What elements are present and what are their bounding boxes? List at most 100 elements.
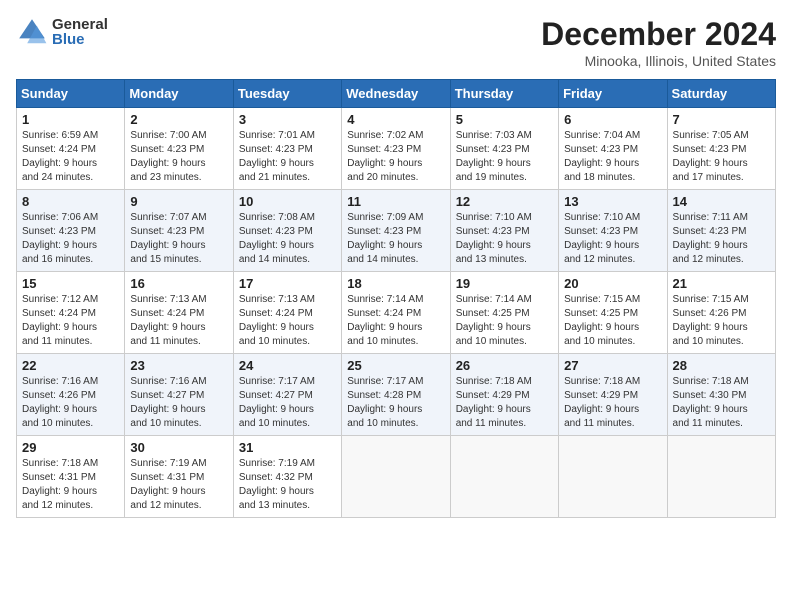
logo-general-text: General (52, 17, 108, 32)
cell-info: Sunrise: 7:09 AMSunset: 4:23 PMDaylight:… (347, 211, 444, 267)
day-number: 13 (564, 194, 661, 209)
calendar-cell: 27Sunrise: 7:18 AMSunset: 4:29 PMDayligh… (559, 354, 667, 436)
day-number: 1 (22, 112, 119, 127)
page-header: General Blue December 2024 Minooka, Illi… (16, 16, 776, 69)
day-number: 11 (347, 194, 444, 209)
day-number: 25 (347, 358, 444, 373)
cell-info: Sunrise: 7:10 AMSunset: 4:23 PMDaylight:… (564, 211, 661, 267)
calendar-cell: 7 Sunrise: 7:05 AMSunset: 4:23 PMDaylight… (667, 108, 775, 190)
calendar-cell: 29Sunrise: 7:18 AMSunset: 4:31 PMDayligh… (17, 436, 125, 518)
day-number: 31 (239, 440, 336, 455)
cell-info: Sunrise: 7:19 AMSunset: 4:31 PMDaylight:… (130, 457, 227, 513)
cell-info: Sunrise: 7:02 AMSunset: 4:23 PMDaylight:… (347, 129, 444, 185)
calendar-cell: 19Sunrise: 7:14 AMSunset: 4:25 PMDayligh… (450, 272, 558, 354)
day-number: 23 (130, 358, 227, 373)
weekday-header-friday: Friday (559, 80, 667, 108)
day-number: 26 (456, 358, 553, 373)
cell-info: Sunrise: 7:18 AMSunset: 4:30 PMDaylight:… (673, 375, 770, 431)
cell-info: Sunrise: 7:13 AMSunset: 4:24 PMDaylight:… (130, 293, 227, 349)
cell-info: Sunrise: 7:15 AMSunset: 4:25 PMDaylight:… (564, 293, 661, 349)
calendar-cell: 13 Sunrise: 7:10 AMSunset: 4:23 PMDayligh… (559, 190, 667, 272)
weekday-header-saturday: Saturday (667, 80, 775, 108)
calendar-cell: 12Sunrise: 7:10 AMSunset: 4:23 PMDayligh… (450, 190, 558, 272)
calendar-cell: 23 Sunrise: 7:16 AMSunset: 4:27 PMDayligh… (125, 354, 233, 436)
calendar-cell: 16 Sunrise: 7:13 AMSunset: 4:24 PMDayligh… (125, 272, 233, 354)
calendar-cell: 22 Sunrise: 7:16 AMSunset: 4:26 PMDayligh… (17, 354, 125, 436)
logo-icon (16, 16, 48, 48)
cell-info: Sunrise: 7:16 AMSunset: 4:27 PMDaylight:… (130, 375, 227, 431)
cell-info: Sunrise: 7:18 AMSunset: 4:29 PMDaylight:… (564, 375, 661, 431)
title-block: December 2024 Minooka, Illinois, United … (541, 16, 776, 69)
calendar-cell: 6Sunrise: 7:04 AMSunset: 4:23 PMDaylight… (559, 108, 667, 190)
cell-info: Sunrise: 7:14 AMSunset: 4:24 PMDaylight:… (347, 293, 444, 349)
calendar-cell: 18 Sunrise: 7:14 AMSunset: 4:24 PMDayligh… (342, 272, 450, 354)
calendar-week-row: 1 Sunrise: 6:59 AMSunset: 4:24 PMDaylight… (17, 108, 776, 190)
logo: General Blue (16, 16, 108, 48)
cell-info: Sunrise: 7:00 AMSunset: 4:23 PMDaylight:… (130, 129, 227, 185)
weekday-header-thursday: Thursday (450, 80, 558, 108)
cell-info: Sunrise: 7:03 AMSunset: 4:23 PMDaylight:… (456, 129, 553, 185)
calendar-cell: 9 Sunrise: 7:07 AMSunset: 4:23 PMDaylight… (125, 190, 233, 272)
cell-info: Sunrise: 7:15 AMSunset: 4:26 PMDaylight:… (673, 293, 770, 349)
calendar-cell: 3Sunrise: 7:01 AMSunset: 4:23 PMDaylight… (233, 108, 341, 190)
day-number: 18 (347, 276, 444, 291)
weekday-header-sunday: Sunday (17, 80, 125, 108)
day-number: 15 (22, 276, 119, 291)
cell-info: Sunrise: 7:05 AMSunset: 4:23 PMDaylight:… (673, 129, 770, 185)
day-number: 10 (239, 194, 336, 209)
calendar-cell: 31Sunrise: 7:19 AMSunset: 4:32 PMDayligh… (233, 436, 341, 518)
cell-info: Sunrise: 7:11 AMSunset: 4:23 PMDaylight:… (673, 211, 770, 267)
logo-text: General Blue (52, 17, 108, 47)
day-number: 4 (347, 112, 444, 127)
day-number: 8 (22, 194, 119, 209)
cell-info: Sunrise: 7:16 AMSunset: 4:26 PMDaylight:… (22, 375, 119, 431)
day-number: 7 (673, 112, 770, 127)
cell-info: Sunrise: 7:08 AMSunset: 4:23 PMDaylight:… (239, 211, 336, 267)
calendar-cell (342, 436, 450, 518)
cell-info: Sunrise: 6:59 AMSunset: 4:24 PMDaylight:… (22, 129, 119, 185)
day-number: 12 (456, 194, 553, 209)
calendar-cell: 25Sunrise: 7:17 AMSunset: 4:28 PMDayligh… (342, 354, 450, 436)
weekday-header-wednesday: Wednesday (342, 80, 450, 108)
calendar-header-row: SundayMondayTuesdayWednesdayThursdayFrid… (17, 80, 776, 108)
cell-info: Sunrise: 7:01 AMSunset: 4:23 PMDaylight:… (239, 129, 336, 185)
day-number: 2 (130, 112, 227, 127)
calendar-week-row: 15 Sunrise: 7:12 AMSunset: 4:24 PMDayligh… (17, 272, 776, 354)
day-number: 24 (239, 358, 336, 373)
calendar-cell: 1 Sunrise: 6:59 AMSunset: 4:24 PMDaylight… (17, 108, 125, 190)
cell-info: Sunrise: 7:12 AMSunset: 4:24 PMDaylight:… (22, 293, 119, 349)
day-number: 28 (673, 358, 770, 373)
calendar-cell: 30 Sunrise: 7:19 AMSunset: 4:31 PMDayligh… (125, 436, 233, 518)
calendar-cell: 24 Sunrise: 7:17 AMSunset: 4:27 PMDayligh… (233, 354, 341, 436)
day-number: 17 (239, 276, 336, 291)
calendar-cell: 10 Sunrise: 7:08 AMSunset: 4:23 PMDayligh… (233, 190, 341, 272)
location-text: Minooka, Illinois, United States (541, 53, 776, 69)
calendar-cell: 28 Sunrise: 7:18 AMSunset: 4:30 PMDayligh… (667, 354, 775, 436)
calendar-cell: 8Sunrise: 7:06 AMSunset: 4:23 PMDaylight… (17, 190, 125, 272)
calendar-cell (667, 436, 775, 518)
calendar-cell: 11 Sunrise: 7:09 AMSunset: 4:23 PMDayligh… (342, 190, 450, 272)
calendar-cell: 26 Sunrise: 7:18 AMSunset: 4:29 PMDayligh… (450, 354, 558, 436)
calendar-cell: 14Sunrise: 7:11 AMSunset: 4:23 PMDayligh… (667, 190, 775, 272)
calendar-cell: 15 Sunrise: 7:12 AMSunset: 4:24 PMDayligh… (17, 272, 125, 354)
day-number: 20 (564, 276, 661, 291)
day-number: 16 (130, 276, 227, 291)
calendar-cell: 2 Sunrise: 7:00 AMSunset: 4:23 PMDaylight… (125, 108, 233, 190)
cell-info: Sunrise: 7:18 AMSunset: 4:29 PMDaylight:… (456, 375, 553, 431)
calendar-table: SundayMondayTuesdayWednesdayThursdayFrid… (16, 79, 776, 518)
cell-info: Sunrise: 7:07 AMSunset: 4:23 PMDaylight:… (130, 211, 227, 267)
day-number: 22 (22, 358, 119, 373)
calendar-cell: 5 Sunrise: 7:03 AMSunset: 4:23 PMDaylight… (450, 108, 558, 190)
day-number: 30 (130, 440, 227, 455)
weekday-header-tuesday: Tuesday (233, 80, 341, 108)
cell-info: Sunrise: 7:17 AMSunset: 4:27 PMDaylight:… (239, 375, 336, 431)
day-number: 9 (130, 194, 227, 209)
month-title: December 2024 (541, 16, 776, 53)
calendar-cell (559, 436, 667, 518)
cell-info: Sunrise: 7:04 AMSunset: 4:23 PMDaylight:… (564, 129, 661, 185)
logo-blue-text: Blue (52, 32, 108, 47)
calendar-week-row: 22 Sunrise: 7:16 AMSunset: 4:26 PMDayligh… (17, 354, 776, 436)
day-number: 5 (456, 112, 553, 127)
calendar-cell: 4 Sunrise: 7:02 AMSunset: 4:23 PMDaylight… (342, 108, 450, 190)
calendar-cell: 17Sunrise: 7:13 AMSunset: 4:24 PMDayligh… (233, 272, 341, 354)
